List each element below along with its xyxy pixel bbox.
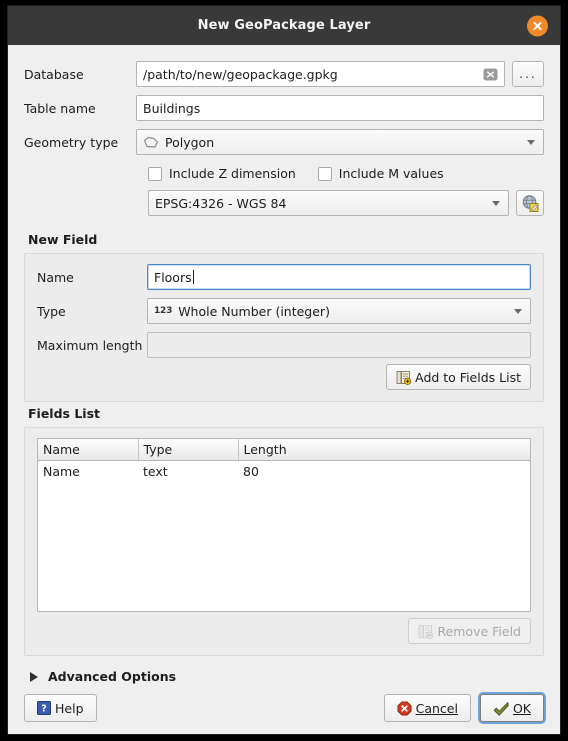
globe-edit-icon [522,195,539,212]
column-header-name[interactable]: Name [38,439,139,461]
ok-label: OK [512,700,531,716]
table-row[interactable]: Name text 80 [38,460,530,482]
fields-list-title: Fields List [28,406,100,421]
new-field-title: New Field [28,232,98,247]
remove-field-icon [418,624,434,639]
include-z-checkbox[interactable]: Include Z dimension [148,166,296,181]
field-type-label: Type [37,303,66,319]
table-name-value: Buildings [143,100,201,116]
geometry-type-value: Polygon [165,134,215,150]
database-input[interactable]: /path/to/new/geopackage.gpkg [136,61,505,87]
geometry-type-label: Geometry type [24,134,119,150]
cell-length: 80 [238,460,530,482]
advanced-options-toggle[interactable]: Advanced Options [30,669,544,684]
include-m-checkbox[interactable]: Include M values [317,166,444,181]
chevron-down-icon [527,139,535,145]
cell-name: Name [38,460,138,482]
table-name-row: Table name Buildings [24,95,544,121]
field-name-input[interactable]: Floors [147,264,531,290]
database-label: Database [24,66,84,82]
text-caret [192,270,194,284]
close-icon [533,21,542,30]
cancel-button[interactable]: Cancel [383,694,471,722]
field-type-combo[interactable]: 123 Whole Number (integer) [147,298,531,324]
triangle-right-icon [30,671,38,682]
dimension-options-row: Include Z dimension Include M values [148,166,544,181]
database-row: Database /path/to/new/geopackage.gpkg ..… [24,61,544,87]
add-to-fields-list-label: Add to Fields List [415,369,521,385]
table-header-row: Name Type Length [38,439,530,461]
number-123-icon: 123 [154,306,173,316]
polygon-icon [143,136,159,149]
max-length-input [147,332,531,358]
fields-table-container[interactable]: Name Type Length Name text 80 [37,438,531,612]
include-m-label: Include M values [338,166,444,181]
fields-list-actions: Remove Field [37,618,531,644]
add-field-icon [396,370,412,385]
chevron-down-icon [492,200,500,206]
crs-select-button[interactable] [516,190,544,216]
cell-type: text [138,460,238,482]
checkbox-box-z [148,166,162,181]
add-to-fields-list-button[interactable]: Add to Fields List [386,364,531,390]
new-field-actions: Add to Fields List [37,364,531,390]
cancel-icon [397,700,412,716]
dialog-body: Database /path/to/new/geopackage.gpkg ..… [8,45,560,684]
svg-text:?: ? [41,704,47,715]
table-name-input[interactable]: Buildings [136,95,544,121]
title-bar: New GeoPackage Layer [8,6,560,45]
checkbox-box-m [317,166,332,181]
geometry-type-row: Geometry type Polygon [24,129,544,155]
new-field-group: Name Floors Type 123 Whole Number (integ… [24,253,544,402]
database-browse-button[interactable]: ... [512,61,544,87]
crs-row: EPSG:4326 - WGS 84 [148,190,544,216]
help-icon: ? [37,701,51,715]
dialog-title: New GeoPackage Layer [197,18,371,33]
chevron-down-icon [514,308,522,314]
max-length-label: Maximum length [37,337,143,353]
fields-list-group: Name Type Length Name text 80 Remove Fie… [24,427,544,656]
help-label: Help [55,700,84,716]
close-button[interactable] [527,15,548,36]
crs-value: EPSG:4326 - WGS 84 [155,195,287,211]
remove-field-button: Remove Field [408,618,531,644]
field-name-label: Name [37,269,74,285]
field-type-row: Type 123 Whole Number (integer) [37,298,531,324]
new-geopackage-layer-dialog: New GeoPackage Layer Database /path/to/n… [8,6,560,734]
ok-icon [493,701,509,716]
max-length-row: Maximum length [37,332,531,358]
advanced-options-label: Advanced Options [48,669,177,684]
crs-combo[interactable]: EPSG:4326 - WGS 84 [148,190,509,216]
include-z-label: Include Z dimension [169,166,296,181]
field-name-value: Floors [154,269,192,285]
table-name-label: Table name [24,100,96,116]
field-name-row: Name Floors [37,264,531,290]
remove-field-label: Remove Field [437,623,521,639]
column-header-type[interactable]: Type [138,439,239,461]
help-button[interactable]: ? Help [24,694,97,722]
clear-icon[interactable] [483,68,498,81]
geometry-type-combo[interactable]: Polygon [136,129,544,155]
column-header-length[interactable]: Length [238,439,530,461]
ok-button[interactable]: OK [479,694,544,722]
dialog-button-bar: ? Help Cancel OK [8,684,560,734]
cancel-label: Cancel [415,700,458,716]
database-value: /path/to/new/geopackage.gpkg [143,66,338,82]
fields-table: Name Type Length Name text 80 [38,439,530,482]
field-type-value: Whole Number (integer) [178,303,330,319]
